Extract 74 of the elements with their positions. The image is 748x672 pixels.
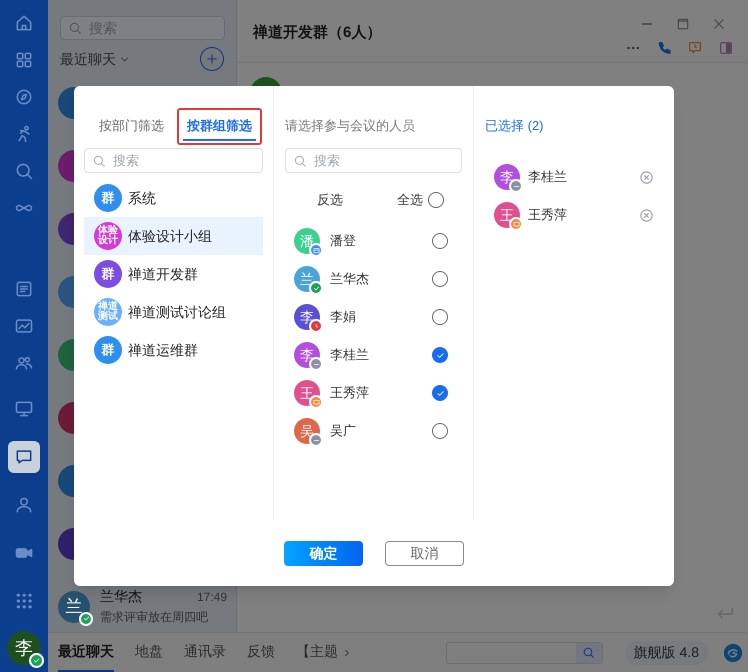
message-preview: 需求评审放在周四吧: [100, 608, 209, 626]
bottom-tab[interactable]: 反馈: [247, 633, 275, 672]
checkbox[interactable]: [432, 347, 448, 363]
bottom-tab[interactable]: 通讯录: [184, 633, 226, 672]
message-time: 17:49: [196, 588, 227, 606]
group-row[interactable]: 群 禅道运维群: [84, 331, 263, 369]
screen-icon: [14, 399, 34, 419]
checkbox[interactable]: [432, 233, 448, 249]
person-name: 李桂兰: [330, 346, 370, 364]
add-button[interactable]: [200, 47, 224, 71]
person-name: 潘登: [330, 232, 357, 250]
search-icon: [14, 160, 34, 180]
search-icon: [92, 154, 106, 168]
select-all-label: 全选: [397, 191, 423, 210]
checkbox[interactable]: [432, 271, 448, 287]
remove-icon[interactable]: [639, 208, 654, 222]
person-icon: [14, 495, 34, 515]
group-row[interactable]: 群 禅道开发群: [84, 255, 263, 293]
bottom-tab[interactable]: 最近聊天: [58, 633, 114, 672]
grid-icon: [14, 50, 34, 70]
side-panel-icon[interactable]: [718, 40, 734, 56]
avatar: 群: [94, 260, 122, 288]
invert-selection-link[interactable]: 反选: [317, 190, 343, 210]
bottom-tab[interactable]: 【主题: [296, 633, 338, 672]
avatar: 群: [94, 336, 122, 364]
panel-title: 已选择 (2): [485, 117, 544, 135]
panel-title: 请选择参与会议的人员: [285, 117, 416, 135]
apps-icon: [14, 591, 34, 611]
search-icon: [68, 21, 82, 35]
checkbox[interactable]: [428, 192, 444, 208]
plus-icon: [205, 52, 219, 66]
checkbox[interactable]: [432, 385, 448, 401]
person-name: 李娟: [330, 308, 357, 326]
person-name: 吴广: [330, 422, 357, 440]
home-icon: [14, 12, 34, 32]
clock-chat-icon[interactable]: [687, 40, 703, 56]
chat-title: 禅道开发群（6人）: [252, 23, 382, 43]
checkbox[interactable]: [432, 423, 448, 439]
cancel-button[interactable]: 取消: [385, 541, 464, 566]
phone-icon[interactable]: [656, 40, 672, 56]
remove-icon[interactable]: [639, 170, 654, 184]
group-name: 系统: [128, 188, 156, 208]
edition-badge: 旗舰版 4.8: [624, 640, 708, 664]
person-name: 王秀萍: [528, 206, 568, 224]
group-name: 禅道开发群: [128, 264, 198, 284]
compass-icon: [14, 86, 34, 106]
contact-name: 兰华杰: [100, 587, 142, 606]
group-row[interactable]: 群 系统: [84, 179, 263, 217]
avatar: 兰: [58, 590, 90, 622]
bottom-tab[interactable]: 地盘: [135, 633, 163, 672]
close-icon[interactable]: [712, 17, 726, 31]
avatar: 禅道测试: [94, 298, 122, 326]
group-name: 禅道运维群: [128, 340, 198, 360]
filter-dropdown[interactable]: 最近聊天: [60, 48, 130, 70]
group-name: 禅道测试讨论组: [128, 302, 226, 322]
group-name: 体验设计小组: [128, 226, 212, 246]
confirm-button[interactable]: 确定: [284, 541, 363, 566]
search-field[interactable]: [446, 642, 603, 664]
person-name: 兰华杰: [330, 270, 370, 288]
search-icon: [293, 154, 307, 168]
rail-button[interactable]: [8, 441, 40, 473]
search-icon: [582, 646, 596, 659]
person-name: 李桂兰: [528, 168, 568, 186]
filter-tab[interactable]: 按群组筛选: [183, 112, 256, 141]
avatar: 李: [7, 631, 41, 665]
search-button[interactable]: [576, 642, 602, 662]
person-name: 王秀萍: [330, 384, 370, 402]
checkbox[interactable]: [432, 309, 448, 325]
list-icon: [14, 278, 34, 298]
maximize-icon[interactable]: [676, 17, 690, 31]
swirl-logo-icon: [722, 642, 744, 664]
avatar: 群: [94, 184, 122, 212]
filter-tab[interactable]: 按部门筛选: [95, 112, 168, 141]
avatar: 体验设计: [94, 222, 122, 250]
